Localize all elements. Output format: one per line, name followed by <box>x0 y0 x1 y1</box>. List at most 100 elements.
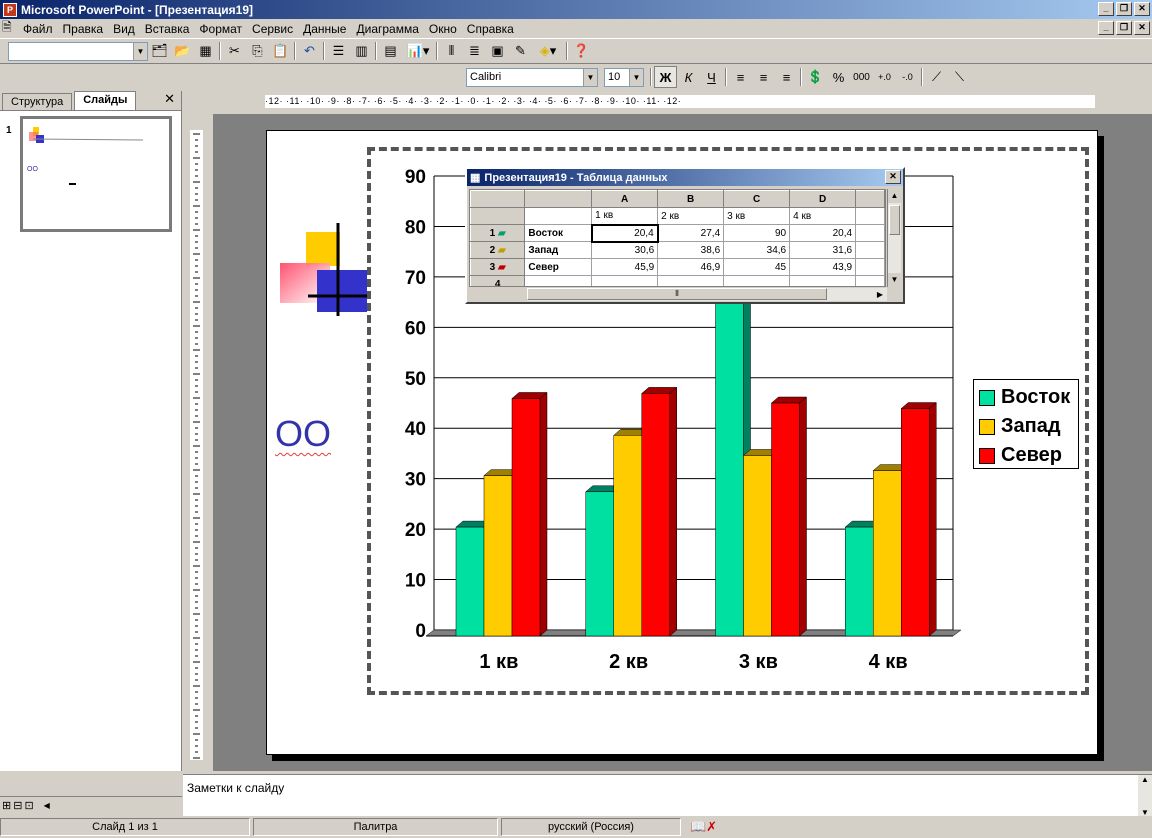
minimize-button[interactable]: _ <box>1098 2 1114 16</box>
corner-cell[interactable] <box>470 190 526 208</box>
cell[interactable] <box>723 275 791 286</box>
tab-outline[interactable]: Структура <box>2 93 73 110</box>
restore-button[interactable]: ❐ <box>1116 2 1132 16</box>
row-header[interactable]: 3 ▰ <box>470 258 526 276</box>
quarter-cell[interactable]: 3 кв <box>723 207 791 225</box>
powerpoint-icon[interactable]: P <box>3 2 17 17</box>
data-table-icon[interactable]: ▤ <box>379 40 402 62</box>
font-size-select[interactable]: 10 ▼ <box>604 67 644 87</box>
bold-button[interactable]: Ж <box>654 66 677 88</box>
cell[interactable] <box>524 207 593 225</box>
cell[interactable] <box>591 275 659 286</box>
series-name-cell[interactable]: Север <box>524 258 593 276</box>
value-cell[interactable]: 43,9 <box>789 258 857 276</box>
menu-window[interactable]: Окно <box>424 22 462 36</box>
value-cell[interactable]: 46,9 <box>657 258 725 276</box>
angle-text-down-icon[interactable]: ⟋ <box>925 66 948 88</box>
slide-text-oo[interactable]: OO <box>275 413 331 455</box>
menu-data[interactable]: Данные <box>298 22 351 36</box>
menu-insert[interactable]: Вставка <box>140 22 195 36</box>
cell[interactable] <box>524 275 593 286</box>
value-cell[interactable]: 20,4 <box>789 224 857 242</box>
document-icon[interactable]: 🗎 <box>0 18 18 39</box>
quarter-cell[interactable]: 4 кв <box>789 207 857 225</box>
legend-icon[interactable]: ▣ <box>486 40 509 62</box>
fill-color-icon[interactable]: ◈ ▾ <box>532 40 564 62</box>
close-button[interactable]: ✕ <box>1134 2 1150 16</box>
column-header[interactable]: C <box>723 190 791 208</box>
scroll-down-icon[interactable]: ▼ <box>888 273 901 287</box>
value-cell[interactable]: 30,6 <box>591 241 659 259</box>
value-cell-selected[interactable]: 20,4 <box>590 223 659 243</box>
datasheet-hscrollbar[interactable]: ⦀ ▶ <box>527 288 887 301</box>
underline-button[interactable]: Ч <box>700 66 723 88</box>
copy-icon[interactable]: ⎘ <box>246 40 269 62</box>
align-left-icon[interactable]: ≡ <box>729 66 752 88</box>
datasheet-window[interactable]: ▦ Презентация19 - Таблица данных ✕ A B C… <box>465 167 905 304</box>
cell[interactable] <box>789 275 857 286</box>
tab-slides[interactable]: Слайды <box>74 91 137 110</box>
view-datasheet-icon[interactable]: ▦ <box>194 40 217 62</box>
chart-type-icon[interactable]: 📊 ▾ <box>402 40 434 62</box>
percent-button[interactable]: % <box>827 66 850 88</box>
import-file-icon[interactable]: 📂 <box>171 40 194 62</box>
quarter-cell[interactable]: 1 кв <box>591 207 659 225</box>
menu-chart[interactable]: Диаграмма <box>351 22 423 36</box>
datasheet-close-button[interactable]: ✕ <box>885 170 901 184</box>
slideshow-icon[interactable]: ⊡ <box>24 799 33 812</box>
datasheet-grid[interactable]: A B C D 1 кв 2 кв 3 кв 4 кв 1 ▰ Восток 2… <box>469 189 886 287</box>
scroll-up-icon[interactable]: ▲ <box>888 189 901 203</box>
doc-minimize-button[interactable]: _ <box>1098 21 1114 35</box>
scroll-right-icon[interactable]: ▶ <box>873 288 887 301</box>
increase-decimal-icon[interactable]: +.0 <box>873 66 896 88</box>
row-header[interactable] <box>470 207 526 225</box>
by-row-icon[interactable]: ☰ <box>327 40 350 62</box>
column-header[interactable] <box>855 190 885 208</box>
value-cell[interactable]: 45,9 <box>591 258 659 276</box>
value-cell[interactable]: 38,6 <box>657 241 725 259</box>
notes-scrollbar[interactable]: ▲ ▼ <box>1138 775 1152 817</box>
datasheet-vscrollbar[interactable]: ▲ ▼ <box>887 189 901 287</box>
cell[interactable] <box>855 224 885 242</box>
scroll-thumb[interactable]: ⦀ <box>527 288 827 300</box>
help-icon[interactable]: ❓ <box>570 40 593 62</box>
scroll-up-icon[interactable]: ▲ <box>1138 775 1152 784</box>
align-center-icon[interactable]: ≡ <box>752 66 775 88</box>
align-right-icon[interactable]: ≡ <box>775 66 798 88</box>
value-cell[interactable]: 31,6 <box>789 241 857 259</box>
cell[interactable] <box>855 275 885 286</box>
currency-icon[interactable]: 💲 <box>804 66 827 88</box>
column-header[interactable]: A <box>591 190 659 208</box>
value-cell[interactable]: 27,4 <box>657 224 725 242</box>
chart-legend[interactable]: Восток Запад Север <box>973 379 1079 469</box>
value-cell[interactable]: 45 <box>723 258 791 276</box>
cell[interactable] <box>855 258 885 276</box>
scroll-thumb[interactable] <box>889 205 900 235</box>
doc-restore-button[interactable]: ❐ <box>1116 21 1132 35</box>
notes-pane[interactable]: Заметки к слайду ▲ ▼ <box>183 774 1152 817</box>
value-cell[interactable]: 34,6 <box>723 241 791 259</box>
menu-format[interactable]: Формат <box>194 22 247 36</box>
angle-text-up-icon[interactable]: ⟍ <box>948 66 971 88</box>
menu-help[interactable]: Справка <box>462 22 519 36</box>
column-header[interactable]: B <box>657 190 725 208</box>
menu-view[interactable]: Вид <box>108 22 140 36</box>
by-column-icon[interactable]: ▥ <box>350 40 373 62</box>
cell[interactable] <box>855 241 885 259</box>
value-gridlines-icon[interactable]: ≣ <box>463 40 486 62</box>
spelling-check-icon[interactable]: 📖✗ <box>690 819 717 835</box>
value-cell[interactable]: 90 <box>723 224 791 242</box>
row-header[interactable]: 1 ▰ <box>470 224 526 242</box>
menu-file[interactable]: Файл <box>18 22 58 36</box>
row-header[interactable]: 2 ▰ <box>470 241 526 259</box>
cell[interactable] <box>855 207 885 225</box>
normal-view-icon[interactable]: ⊞ <box>2 799 11 812</box>
paste-icon[interactable]: 📋 <box>269 40 292 62</box>
cut-icon[interactable]: ✂ <box>223 40 246 62</box>
column-header[interactable]: D <box>789 190 857 208</box>
slide-sorter-icon[interactable]: ⊟ <box>13 799 22 812</box>
drawing-icon[interactable]: ✎ <box>509 40 532 62</box>
thousands-button[interactable]: 000 <box>850 66 873 88</box>
format-object-icon[interactable]: 🗂 <box>148 40 171 62</box>
menu-edit[interactable]: Правка <box>58 22 109 36</box>
